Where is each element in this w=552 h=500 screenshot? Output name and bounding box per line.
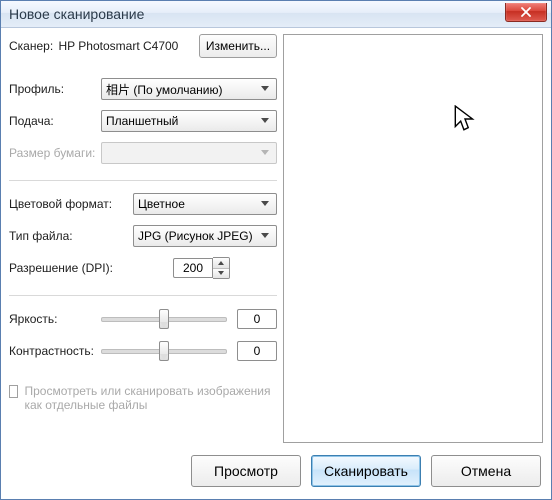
- scanner-label: Сканер: HP Photosmart C4700: [9, 39, 199, 53]
- brightness-label: Яркость:: [9, 312, 101, 326]
- brightness-value: 0: [237, 309, 277, 329]
- resolution-spinner: [173, 257, 230, 279]
- separate-files-row: Просмотреть или сканировать изображения …: [9, 384, 277, 412]
- contrast-value: 0: [237, 341, 277, 361]
- chevron-down-icon: [258, 118, 272, 124]
- titlebar: Новое сканирование: [1, 1, 551, 28]
- color-format-label: Цветовой формат:: [9, 197, 133, 211]
- preview-area: [283, 34, 543, 443]
- resolution-label: Разрешение (DPI):: [9, 261, 133, 275]
- chevron-down-icon: [258, 86, 272, 92]
- brightness-row: Яркость: 0: [9, 308, 277, 330]
- paper-size-combo: [101, 142, 277, 164]
- contrast-label: Контрастность:: [9, 344, 101, 358]
- separate-files-checkbox: [9, 385, 18, 398]
- resolution-input[interactable]: [173, 258, 213, 278]
- color-format-combo-text: Цветное: [138, 197, 258, 211]
- contrast-row: Контрастность: 0: [9, 340, 277, 362]
- brightness-slider[interactable]: [101, 309, 227, 329]
- scan-button[interactable]: Сканировать: [311, 455, 421, 487]
- source-label: Подача:: [9, 114, 101, 128]
- profile-combo[interactable]: 相片 (По умолчанию): [101, 78, 277, 100]
- close-icon: [521, 7, 531, 17]
- file-type-combo-text: JPG (Рисунок JPEG): [138, 229, 258, 243]
- change-scanner-button[interactable]: Изменить...: [199, 34, 277, 58]
- contrast-slider[interactable]: [101, 341, 227, 361]
- contrast-slider-thumb[interactable]: [159, 341, 169, 361]
- source-row: Подача: Планшетный: [9, 110, 277, 132]
- color-format-combo[interactable]: Цветное: [133, 193, 277, 215]
- upper-area: Сканер: HP Photosmart C4700 Изменить... …: [1, 28, 551, 449]
- cancel-button[interactable]: Отмена: [431, 455, 541, 487]
- form-column: Сканер: HP Photosmart C4700 Изменить... …: [9, 34, 283, 449]
- resolution-row: Разрешение (DPI):: [9, 257, 277, 279]
- scanner-label-text: Сканер:: [9, 39, 53, 53]
- scan-dialog: Новое сканирование Сканер: HP Photosmart…: [0, 0, 552, 500]
- profile-label: Профиль:: [9, 82, 101, 96]
- paper-size-label: Размер бумаги:: [9, 146, 101, 160]
- scanner-row: Сканер: HP Photosmart C4700 Изменить...: [9, 34, 277, 58]
- scanner-name: HP Photosmart C4700: [59, 39, 179, 53]
- profile-row: Профиль: 相片 (По умолчанию): [9, 78, 277, 100]
- profile-combo-text: 相片 (По умолчанию): [106, 81, 258, 98]
- chevron-down-icon: [258, 233, 272, 239]
- separator: [9, 180, 277, 181]
- mouse-cursor-icon: [454, 105, 476, 133]
- content-area: Сканер: HP Photosmart C4700 Изменить... …: [1, 28, 551, 499]
- chevron-down-icon: [258, 150, 272, 156]
- paper-size-row: Размер бумаги:: [9, 142, 277, 164]
- brightness-slider-thumb[interactable]: [159, 309, 169, 329]
- chevron-down-icon: [258, 201, 272, 207]
- separator: [9, 295, 277, 296]
- resolution-spin-buttons: [213, 257, 230, 279]
- file-type-row: Тип файла: JPG (Рисунок JPEG): [9, 225, 277, 247]
- file-type-label: Тип файла:: [9, 229, 133, 243]
- window-title: Новое сканирование: [9, 6, 144, 22]
- spin-down-button[interactable]: [213, 269, 229, 279]
- button-bar: Просмотр Сканировать Отмена: [1, 449, 551, 499]
- source-combo-text: Планшетный: [106, 114, 258, 128]
- preview-button[interactable]: Просмотр: [191, 455, 301, 487]
- file-type-combo[interactable]: JPG (Рисунок JPEG): [133, 225, 277, 247]
- separate-files-label: Просмотреть или сканировать изображения …: [24, 384, 277, 412]
- spin-up-button[interactable]: [213, 258, 229, 269]
- source-combo[interactable]: Планшетный: [101, 110, 277, 132]
- color-format-row: Цветовой формат: Цветное: [9, 193, 277, 215]
- close-button[interactable]: [505, 3, 547, 22]
